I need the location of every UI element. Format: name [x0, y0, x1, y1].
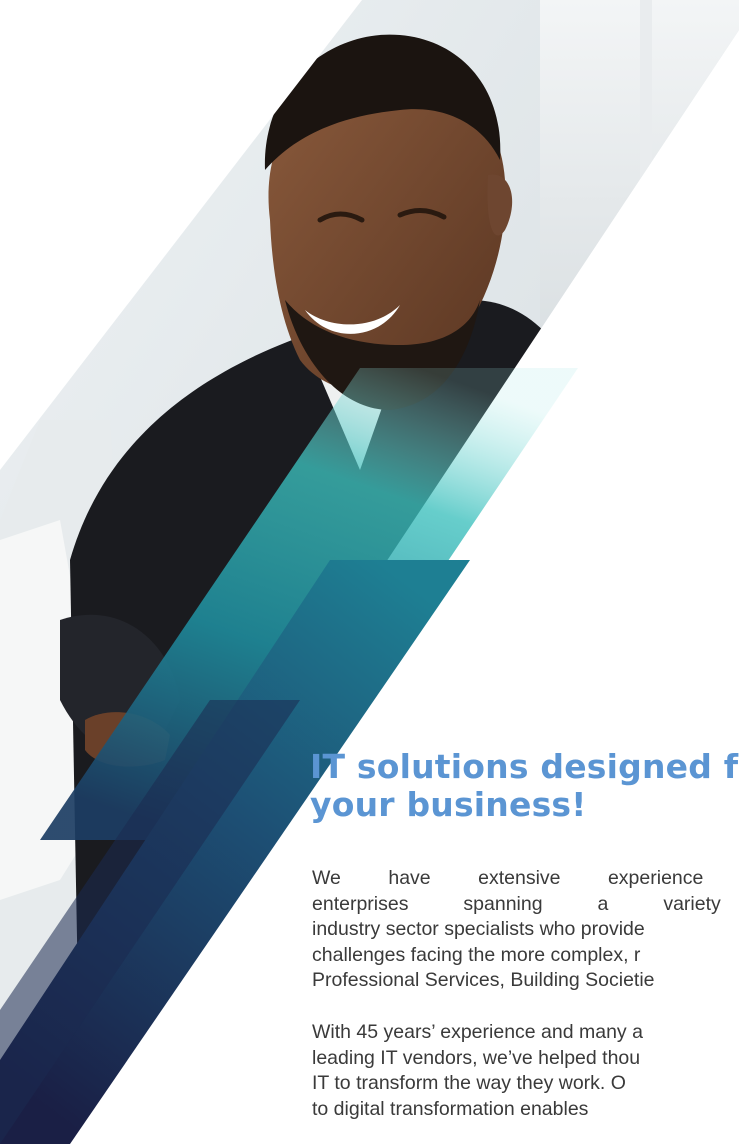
intro-paragraph: We have extensive experience work enterp… — [312, 866, 739, 994]
headline-line-1: IT solutions designed f — [310, 747, 739, 786]
paragraph-line: challenges facing the more complex, r — [312, 943, 641, 966]
experience-paragraph: With 45 years’ experience and many a lea… — [312, 1020, 739, 1122]
paragraph-line: leading IT vendors, we’ve helped thou — [312, 1046, 641, 1069]
paragraph-line: enterprises spanning a variety of — [312, 892, 739, 915]
paragraph-line: We have extensive experience work — [312, 867, 739, 889]
headline-line-2: your business! — [310, 785, 587, 824]
paragraph-line: industry sector specialists who provide — [312, 918, 645, 940]
page-headline: IT solutions designed f your business! — [310, 748, 739, 824]
paragraph-line: Professional Services, Building Societie — [312, 969, 655, 991]
brochure-page: IT solutions designed f your business! W… — [0, 0, 739, 1144]
paragraph-line: to digital transformation enables — [312, 1097, 589, 1120]
paragraph-line: With 45 years’ experience and many a — [312, 1021, 643, 1043]
paragraph-line: IT to transform the way they work. O — [312, 1072, 626, 1094]
